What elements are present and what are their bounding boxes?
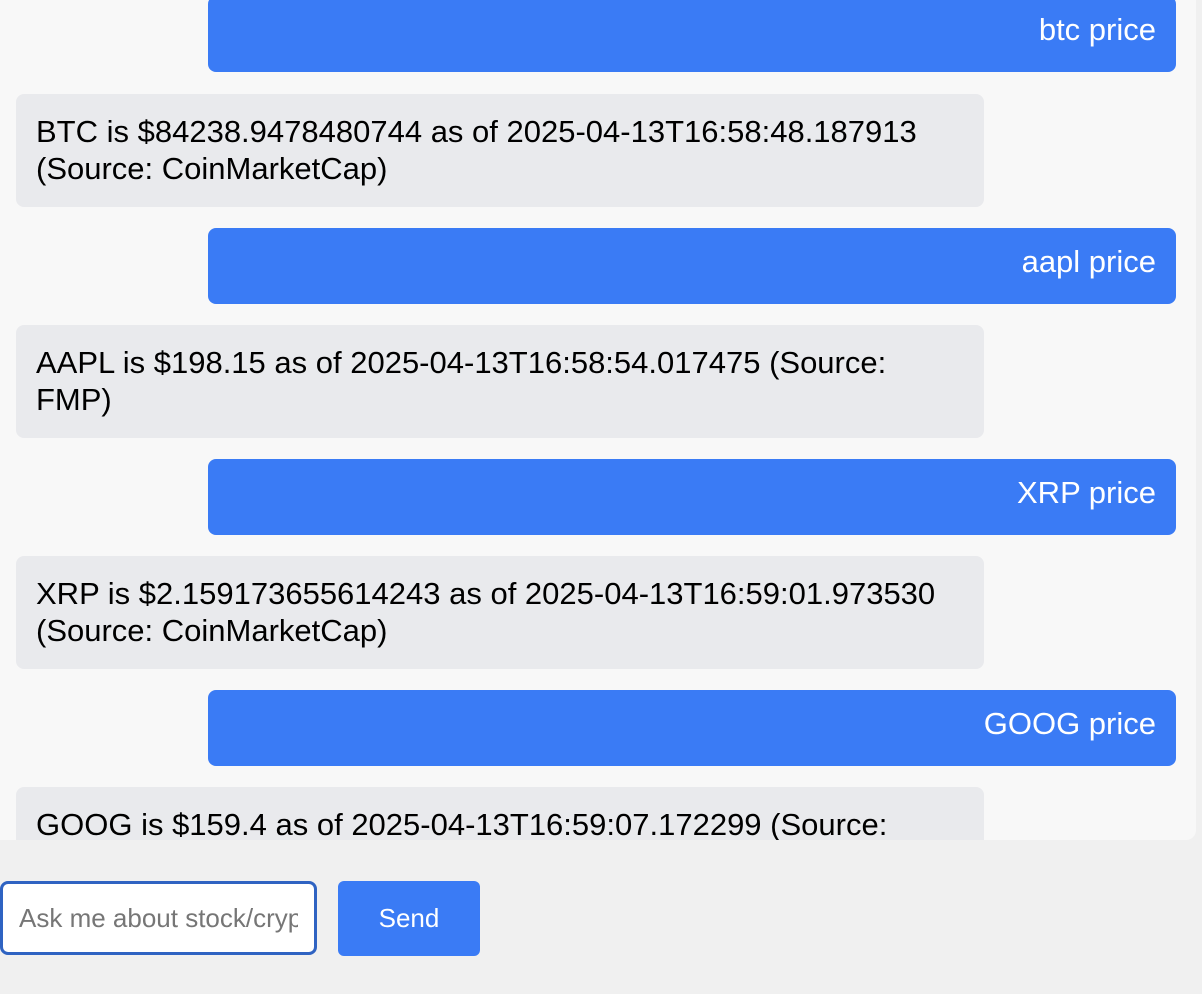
user-message: aapl price bbox=[208, 228, 1176, 304]
chat-input[interactable] bbox=[0, 881, 317, 955]
bot-message: GOOG is $159.4 as of 2025-04-13T16:59:07… bbox=[16, 787, 984, 840]
user-message: btc price bbox=[208, 0, 1176, 72]
user-message: GOOG price bbox=[208, 690, 1176, 766]
user-message: XRP price bbox=[208, 459, 1176, 535]
bot-message: AAPL is $198.15 as of 2025-04-13T16:58:5… bbox=[16, 325, 984, 438]
chat-window[interactable]: btc price BTC is $84238.9478480744 as of… bbox=[0, 0, 1196, 840]
bot-message: BTC is $84238.9478480744 as of 2025-04-1… bbox=[16, 94, 984, 207]
send-button[interactable]: Send bbox=[338, 881, 480, 956]
bot-message: XRP is $2.159173655614243 as of 2025-04-… bbox=[16, 556, 984, 669]
